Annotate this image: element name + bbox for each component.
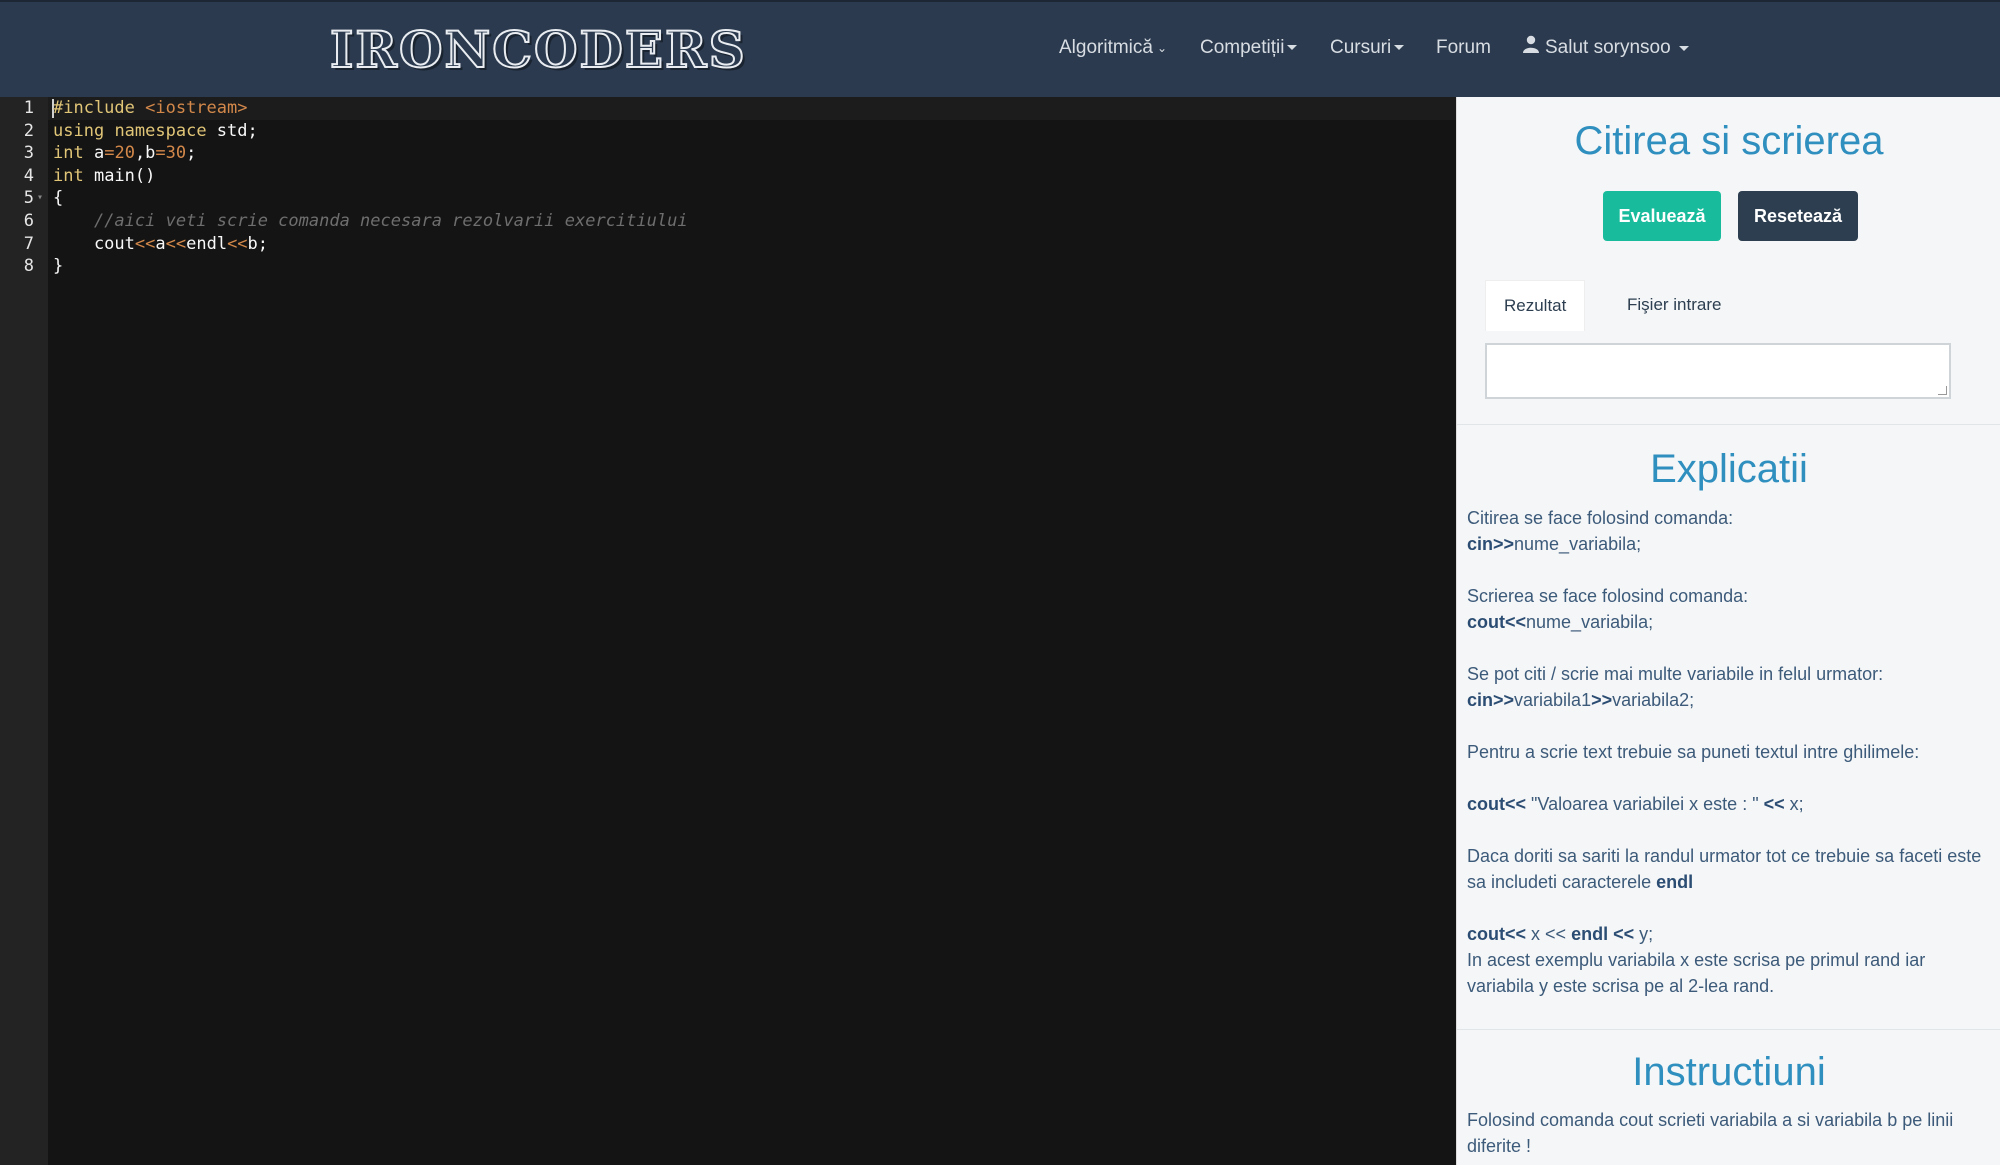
code-bold: <<	[1613, 924, 1635, 944]
code-rest: x <<	[1526, 924, 1572, 944]
resize-handle-icon[interactable]	[1938, 386, 1947, 395]
code-bold: cin>>	[1467, 534, 1515, 554]
code-line: int a=20,b=30;	[53, 143, 197, 164]
text: Daca doriti sa sariti la randul urmator …	[1467, 846, 1982, 892]
code-rest: nume_variabila;	[1526, 612, 1654, 632]
fold-arrow-icon[interactable]: ▾	[37, 192, 43, 203]
code-bold: endl	[1656, 872, 1694, 892]
code-bold: >>	[1591, 690, 1613, 710]
line-number: 8	[23, 256, 34, 277]
nav-cursuri-label: Cursuri	[1330, 37, 1392, 58]
text: Scrierea se face folosind comanda:	[1467, 586, 1749, 606]
line-number-gutter: 1 2 3 4 5 ▾ 6 7 8	[0, 97, 48, 1165]
code-line: //aici veti scrie comanda necesara rezol…	[93, 211, 688, 231]
result-output-textarea[interactable]	[1485, 343, 1951, 399]
code-rest: variabila2;	[1612, 690, 1695, 710]
chevron-down-icon: ⌄	[1156, 41, 1168, 55]
text: In acest exemplu variabila x este scrisa…	[1467, 950, 1931, 996]
active-line-highlight	[48, 97, 1456, 120]
caret-down-icon	[1678, 45, 1689, 51]
code-line: {	[53, 188, 64, 209]
nav-forum[interactable]: Forum	[1436, 30, 1491, 66]
explanations-heading: Explicatii	[1650, 447, 1808, 491]
caret-down-icon	[1287, 45, 1298, 51]
explanation-multiple: Se pot citi / scrie mai multe variabile …	[1467, 661, 1987, 713]
instructions-heading: Instructiuni	[1632, 1050, 1826, 1094]
text: Citirea se face folosind comanda:	[1467, 508, 1734, 528]
line-number: 2	[23, 120, 34, 141]
nav-forum-label: Forum	[1436, 37, 1491, 58]
line-number: 7	[23, 233, 34, 254]
line-number: 6	[23, 211, 34, 231]
tab-rezultat[interactable]: Rezultat	[1485, 280, 1586, 331]
explanation-write: Scrierea se face folosind comanda: cout<…	[1467, 583, 1987, 635]
code-bold: <<	[1763, 794, 1785, 814]
line-number: 4	[23, 165, 34, 186]
explanation-text-example: cout<< "Valoarea variabilei x este : " <…	[1467, 791, 1987, 817]
explanation-endl: Daca doriti sa sariti la randul urmator …	[1467, 843, 1987, 895]
code-line: cout<<a<<endl<<b;	[53, 233, 269, 254]
line-number: 1	[23, 98, 34, 118]
evaluate-button[interactable]: Evaluează	[1603, 191, 1721, 241]
ironcoders-logo[interactable]: IRONCODERS	[329, 19, 747, 80]
code-line: #include <iostream>	[53, 98, 248, 118]
reset-button[interactable]: Resetează	[1738, 191, 1858, 241]
nav-algoritmica[interactable]: Algoritmică ⌄	[1059, 30, 1167, 66]
code-rest: "Valoarea variabilei x este : "	[1526, 794, 1764, 814]
caret-down-icon	[1394, 45, 1405, 51]
top-navbar: IRONCODERS Algoritmică ⌄ Competiții Cursu…	[0, 0, 2000, 97]
section-divider	[1457, 1029, 2000, 1030]
code-bold: endl	[1571, 924, 1609, 944]
code-line: }	[53, 256, 64, 277]
line-number: 5	[23, 188, 34, 209]
code-bold: cout<<	[1467, 612, 1527, 632]
explanation-endl-example: cout<< x << endl << y; In acest exemplu …	[1467, 921, 1987, 999]
nav-competitii[interactable]: Competiții	[1200, 30, 1298, 66]
code-bold: cout<<	[1467, 794, 1527, 814]
text: Pentru a scrie text trebuie sa puneti te…	[1467, 742, 1920, 762]
code-bold: cout<<	[1467, 924, 1527, 944]
user-icon	[1523, 30, 1539, 66]
nav-cursuri[interactable]: Cursuri	[1330, 30, 1405, 66]
code-editor[interactable]: 1 2 3 4 5 ▾ 6 7 8 #include <iostream> us…	[0, 97, 1456, 1165]
nav-competitii-label: Competiții	[1200, 37, 1285, 58]
line-number: 3	[23, 143, 34, 164]
code-line: int main()	[53, 165, 156, 186]
lesson-title: Citirea si scrierea	[1574, 119, 1884, 163]
nav-user-label: Salut sorynsoo	[1545, 37, 1671, 59]
nav-user-menu[interactable]: Salut sorynsoo	[1523, 30, 1689, 66]
code-rest: nume_variabila;	[1514, 534, 1642, 554]
text: Se pot citi / scrie mai multe variabile …	[1467, 664, 1884, 684]
code-bold: cin>>	[1467, 690, 1515, 710]
instructions-text: Folosind comanda cout scrieti variabila …	[1467, 1110, 1954, 1156]
explanation-text: Pentru a scrie text trebuie sa puneti te…	[1467, 739, 1987, 765]
code-rest: variabila1	[1514, 690, 1592, 710]
section-divider	[1457, 424, 2000, 425]
nav-algoritmica-label: Algoritmică	[1059, 37, 1153, 59]
lesson-panel: Citirea si scrierea Evaluează Resetează …	[1456, 97, 2000, 1165]
code-line: using namespace std;	[53, 120, 258, 141]
tab-fisier-intrare[interactable]: Fişier intrare	[1609, 280, 1739, 330]
explanation-read: Citirea se face folosind comanda: cin>>n…	[1467, 505, 1987, 557]
code-rest: x;	[1784, 794, 1804, 814]
code-rest: y;	[1634, 924, 1654, 944]
